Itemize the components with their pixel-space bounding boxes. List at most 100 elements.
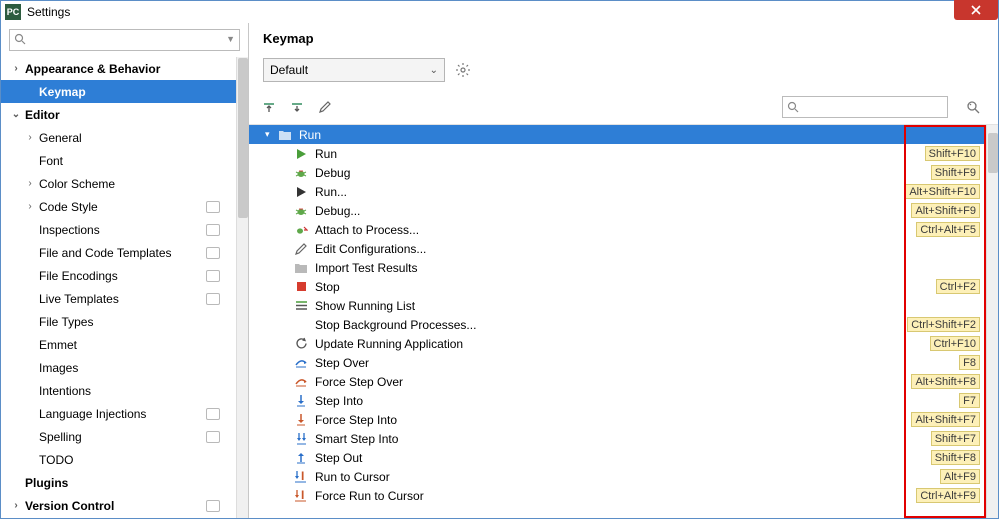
tree-row-label: Step Into <box>315 394 998 408</box>
tree-action-run[interactable]: RunShift+F10 <box>249 144 998 163</box>
sidebar-item-appearance-behavior[interactable]: ›Appearance & Behavior <box>1 57 236 80</box>
step-out-icon <box>293 450 309 466</box>
sidebar-item-editor[interactable]: ⌄Editor <box>1 103 236 126</box>
sidebar-item-version-control[interactable]: › Version Control <box>1 494 236 517</box>
tree-scrollbar[interactable] <box>986 125 998 518</box>
sidebar-item-intentions[interactable]: Intentions <box>1 379 236 402</box>
scheme-badge-icon <box>206 500 220 512</box>
scheme-badge-icon <box>206 224 220 236</box>
collapse-all-button[interactable] <box>287 97 307 117</box>
tree-action-show-running-list[interactable]: Show Running List <box>249 296 998 315</box>
chevron-icon: › <box>11 500 21 511</box>
sidebar-item-file-encodings[interactable]: File Encodings <box>1 264 236 287</box>
search-icon <box>787 101 799 113</box>
sidebar-item-inspections[interactable]: Inspections <box>1 218 236 241</box>
sidebar-item-label: TODO <box>39 453 73 467</box>
bug-icon <box>293 165 309 181</box>
tree-row-label: Run... <box>315 185 998 199</box>
main-panel: Keymap Default ⌄ <box>249 23 998 518</box>
sidebar-item-label: Version Control <box>25 499 114 513</box>
sidebar-item-label: Code Style <box>39 200 98 214</box>
sidebar-scrollbar[interactable] <box>236 57 248 518</box>
sidebar-item-code-style[interactable]: ›Code Style <box>1 195 236 218</box>
keymap-scheme-select[interactable]: Default ⌄ <box>263 58 445 82</box>
pencil-icon <box>293 241 309 257</box>
sidebar-item-file-types[interactable]: File Types <box>1 310 236 333</box>
sidebar-item-live-templates[interactable]: Live Templates <box>1 287 236 310</box>
sidebar-item-emmet[interactable]: Emmet <box>1 333 236 356</box>
svg-text:I: I <box>301 470 304 483</box>
shortcut-badge: Alt+Shift+F9 <box>911 203 980 218</box>
sidebar-search[interactable]: ▼ <box>9 29 240 51</box>
sidebar: ▼ ›Appearance & BehaviorKeymap⌄Editor›Ge… <box>1 23 249 518</box>
tree-action-import-test-results[interactable]: Import Test Results <box>249 258 998 277</box>
play-green-icon <box>293 146 309 162</box>
sidebar-item-label: Emmet <box>39 338 77 352</box>
close-button[interactable] <box>954 0 998 20</box>
tree-action-edit-configurations[interactable]: Edit Configurations... <box>249 239 998 258</box>
main-header: Keymap <box>249 23 998 50</box>
sidebar-item-file-and-code-templates[interactable]: File and Code Templates <box>1 241 236 264</box>
tree-row-label: Run to Cursor <box>315 470 998 484</box>
tree-action-step-over[interactable]: Step OverF8 <box>249 353 998 372</box>
tree-row-label: Update Running Application <box>315 337 998 351</box>
tree-row-label: Edit Configurations... <box>315 242 998 256</box>
sidebar-item-images[interactable]: Images <box>1 356 236 379</box>
refresh-icon <box>293 336 309 352</box>
expand-all-button[interactable] <box>259 97 279 117</box>
tree-action-step-into[interactable]: Step IntoF7 <box>249 391 998 410</box>
tree-folder-run[interactable]: ▾Run <box>249 125 998 144</box>
tree-action-debug[interactable]: Debug...Alt+Shift+F9 <box>249 201 998 220</box>
sidebar-item-plugins[interactable]: Plugins <box>1 471 236 494</box>
tree-action-run[interactable]: Run...Alt+Shift+F10 <box>249 182 998 201</box>
tree-action-update-running-application[interactable]: Update Running ApplicationCtrl+F10 <box>249 334 998 353</box>
chevron-icon: › <box>25 132 35 143</box>
scheme-badge-icon <box>206 408 220 420</box>
folder-gray-icon <box>293 260 309 276</box>
tree-action-force-step-into[interactable]: Force Step IntoAlt+Shift+F7 <box>249 410 998 429</box>
scheme-badge-icon <box>206 201 220 213</box>
dropdown-arrow-icon[interactable]: ▼ <box>226 34 235 44</box>
sidebar-item-label: Editor <box>25 108 60 122</box>
tree-row-label: Attach to Process... <box>315 223 998 237</box>
tree-action-force-run-to-cursor[interactable]: IForce Run to CursorCtrl+Alt+F9 <box>249 486 998 505</box>
chevron-icon: › <box>25 178 35 189</box>
sidebar-item-font[interactable]: Font <box>1 149 236 172</box>
tree-action-debug[interactable]: DebugShift+F9 <box>249 163 998 182</box>
tree-action-force-step-over[interactable]: Force Step OverAlt+Shift+F8 <box>249 372 998 391</box>
tree-row-label: Show Running List <box>315 299 998 313</box>
edit-button[interactable] <box>315 97 335 117</box>
scheme-badge-icon <box>206 270 220 282</box>
sidebar-search-input[interactable] <box>14 30 219 50</box>
find-by-shortcut-button[interactable] <box>962 96 984 118</box>
bug-icon <box>293 203 309 219</box>
tree-action-step-out[interactable]: Step OutShift+F8 <box>249 448 998 467</box>
scrollbar-thumb[interactable] <box>988 133 998 173</box>
action-search-input[interactable] <box>803 97 958 117</box>
tree-action-run-to-cursor[interactable]: IRun to CursorAlt+F9 <box>249 467 998 486</box>
sidebar-item-language-injections[interactable]: Language Injections <box>1 402 236 425</box>
action-search[interactable] <box>782 96 948 118</box>
shortcut-badge: Ctrl+F2 <box>936 279 980 294</box>
shortcut-badge: Ctrl+Alt+F9 <box>916 488 980 503</box>
blank-icon <box>293 317 309 333</box>
sidebar-nav: ›Appearance & BehaviorKeymap⌄Editor›Gene… <box>1 57 236 518</box>
gear-icon[interactable] <box>455 62 471 78</box>
tree-row-label: Step Out <box>315 451 998 465</box>
sidebar-item-color-scheme[interactable]: ›Color Scheme <box>1 172 236 195</box>
tree-action-stop[interactable]: StopCtrl+F2 <box>249 277 998 296</box>
tree-action-stop-background-processes[interactable]: Stop Background Processes...Ctrl+Shift+F… <box>249 315 998 334</box>
sidebar-item-spelling[interactable]: Spelling <box>1 425 236 448</box>
shortcut-badge: Shift+F9 <box>931 165 980 180</box>
shortcut-badge: F8 <box>959 355 980 370</box>
sidebar-item-label: Live Templates <box>39 292 119 306</box>
sidebar-item-label: Intentions <box>39 384 91 398</box>
sidebar-item-todo[interactable]: TODO <box>1 448 236 471</box>
tree-row-label: Debug... <box>315 204 998 218</box>
step-over-icon <box>293 355 309 371</box>
scrollbar-thumb[interactable] <box>238 58 248 218</box>
sidebar-item-keymap[interactable]: Keymap <box>1 80 236 103</box>
tree-action-attach-to-process[interactable]: Attach to Process...Ctrl+Alt+F5 <box>249 220 998 239</box>
sidebar-item-general[interactable]: ›General <box>1 126 236 149</box>
tree-action-smart-step-into[interactable]: Smart Step IntoShift+F7 <box>249 429 998 448</box>
